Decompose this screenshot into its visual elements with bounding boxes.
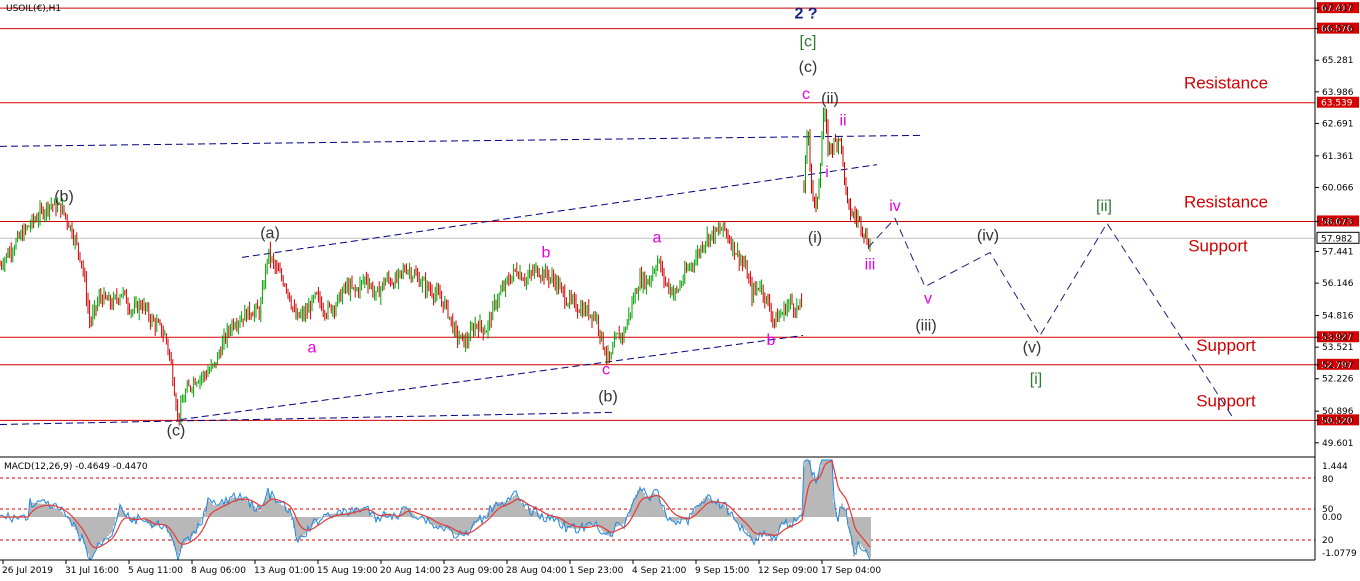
time-tick-label: 28 Aug 04:00 xyxy=(506,566,567,576)
wave-label: ii xyxy=(839,113,846,130)
wave-label: (c) xyxy=(799,59,818,76)
price-tick-label: 52.226 xyxy=(1322,375,1354,385)
price-tick-label: 65.281 xyxy=(1322,56,1354,66)
time-tick-label: 15 Aug 19:00 xyxy=(317,566,378,576)
wave-label: iv xyxy=(889,198,901,215)
price-tick-label: 49.601 xyxy=(1322,439,1354,449)
wave-label: c xyxy=(602,361,610,378)
price-tick-label: 53.521 xyxy=(1322,343,1354,353)
price-tick-label: 66.576 xyxy=(1322,25,1354,35)
wave-label: 2 ? xyxy=(794,5,817,22)
level-label: Resistance xyxy=(1184,74,1268,93)
wave-label: [ii] xyxy=(1096,198,1112,215)
macd-tick-label: 0.00 xyxy=(1322,513,1342,523)
time-tick-label: 1 Sep 23:00 xyxy=(569,566,624,576)
wave-label: (a) xyxy=(260,225,280,242)
price-tick-label: 61.361 xyxy=(1322,152,1354,162)
wave-label: [c] xyxy=(800,33,817,50)
wave-label: (b) xyxy=(598,388,618,405)
time-tick-label: 8 Aug 06:00 xyxy=(191,566,246,576)
price-tick-label: 52.797 xyxy=(1322,361,1354,371)
level-label: Support xyxy=(1196,336,1256,355)
price-tick-label: 58.673 xyxy=(1322,217,1354,227)
price-tick-label: 54.816 xyxy=(1322,312,1354,322)
level-label: Resistance xyxy=(1184,192,1268,211)
time-tick-label: 31 Jul 16:00 xyxy=(65,566,119,576)
price-tick-label: 63.986 xyxy=(1322,88,1354,98)
wave-label: (v) xyxy=(1023,340,1042,357)
wave-label: v xyxy=(924,291,932,308)
wave-label: i xyxy=(825,164,829,181)
wave-label: (ii) xyxy=(821,91,839,108)
wave-label: (i) xyxy=(808,230,822,247)
macd-tick-label: -1.0779 xyxy=(1322,549,1357,559)
wave-label: iii xyxy=(865,257,876,274)
wave-label: (iii) xyxy=(915,318,936,335)
time-tick-label: 4 Sep 21:00 xyxy=(632,566,687,576)
price-chart[interactable]: 67.417 66.576 63.539 Resistance 58.673 Resist… xyxy=(0,0,1360,581)
time-tick-label: 13 Aug 01:00 xyxy=(254,566,315,576)
wave-label: (iv) xyxy=(977,227,999,244)
time-tick-label: 20 Aug 14:00 xyxy=(380,566,441,576)
wave-label: b xyxy=(767,332,776,349)
wave-label: b xyxy=(542,244,551,261)
wave-label: (c) xyxy=(167,422,186,439)
wave-label: c xyxy=(802,86,810,103)
level-label: Support xyxy=(1188,237,1248,256)
price-tick-label: 53.927 xyxy=(1322,333,1354,343)
wave-label: a xyxy=(653,230,662,247)
price-tick-label: 62.691 xyxy=(1322,119,1354,129)
time-tick-label: 9 Sep 15:00 xyxy=(695,566,750,576)
macd-tick-label: 1.444 xyxy=(1322,462,1348,472)
level-badge-text: 63.539 xyxy=(1321,99,1353,109)
time-tick-label: 23 Aug 09:00 xyxy=(443,566,504,576)
time-tick-label: 12 Sep 09:00 xyxy=(758,566,818,576)
time-tick-label: 17 Sep 04:00 xyxy=(821,566,881,576)
price-tick-label: 67.417 xyxy=(1322,4,1354,14)
time-tick-label: 5 Aug 11:00 xyxy=(128,566,183,576)
price-tick-label: 60.066 xyxy=(1322,183,1354,193)
macd-title: MACD(12,26,9) -0.4649 -0.4470 xyxy=(4,462,148,472)
price-tick-label: 50.520 xyxy=(1322,416,1354,426)
wave-label: a xyxy=(308,340,317,357)
level-label: Support xyxy=(1196,391,1256,410)
macd-tick-label: 20 xyxy=(1322,536,1334,546)
current-price-text: 57.982 xyxy=(1321,234,1353,244)
price-tick-label: 56.146 xyxy=(1322,279,1354,289)
wave-label: (b) xyxy=(54,188,74,205)
time-tick-label: 26 Jul 2019 xyxy=(2,566,53,576)
wave-label: [i] xyxy=(1030,371,1042,388)
symbol-title: USOIL(€),H1 xyxy=(6,4,61,14)
macd-tick-label: 80 xyxy=(1322,475,1334,485)
price-tick-label: 57.441 xyxy=(1322,248,1354,258)
